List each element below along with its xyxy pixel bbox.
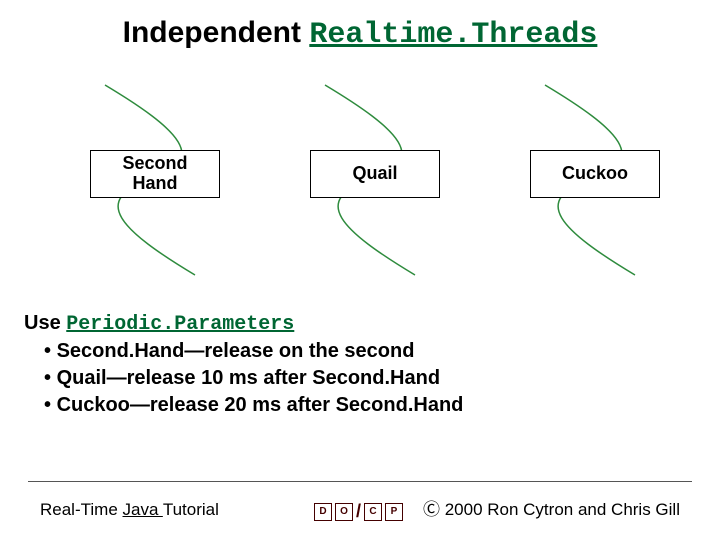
logo-letter: C <box>364 503 382 521</box>
title-code: Realtime.Threads <box>309 18 597 52</box>
logo-letter: P <box>385 503 403 521</box>
list-item: Cuckoo—release 20 ms after Second.Hand <box>44 392 696 419</box>
logo-letter: O <box>335 503 353 521</box>
thread-label: Second Hand <box>122 154 187 194</box>
body-text: Use Periodic.Parameters Second.Hand—rele… <box>24 310 696 419</box>
title-text: Independent <box>123 16 310 49</box>
lead-code: Periodic.Parameters <box>66 313 294 336</box>
lead-line: Use Periodic.Parameters <box>24 310 696 338</box>
divider <box>28 481 692 482</box>
footer-left-pre: Real-Time <box>40 500 123 519</box>
slide-title: Independent Realtime.Threads <box>0 16 720 52</box>
thread-diagram: Second Hand Quail Cuckoo <box>0 80 720 290</box>
logo-slash-icon: / <box>356 501 361 522</box>
thread-quail: Quail <box>270 80 470 280</box>
thread-box: Quail <box>310 150 440 198</box>
list-item: Second.Hand—release on the second <box>44 338 696 365</box>
lead-pre: Use <box>24 312 66 334</box>
footer-left: Real-Time Java Tutorial <box>40 500 219 520</box>
thread-label: Cuckoo <box>562 164 628 184</box>
bullet-list: Second.Hand—release on the second Quail—… <box>24 338 696 419</box>
thread-box: Second Hand <box>90 150 220 198</box>
thread-label: Quail <box>352 164 397 184</box>
logo-letter: D <box>314 503 332 521</box>
thread-cuckoo: Cuckoo <box>490 80 690 280</box>
footer: Real-Time Java Tutorial D O / C P Ⓒ 2000… <box>0 490 720 520</box>
footer-left-post: Tutorial <box>163 500 219 519</box>
thread-box: Cuckoo <box>530 150 660 198</box>
slide: Independent Realtime.Threads Second Hand… <box>0 0 720 540</box>
doc-logo-icon: D O / C P <box>314 501 403 522</box>
list-item: Quail—release 10 ms after Second.Hand <box>44 365 696 392</box>
footer-left-underline: Java <box>123 500 163 519</box>
thread-secondhand: Second Hand <box>50 80 250 280</box>
footer-right: Ⓒ 2000 Ron Cytron and Chris Gill <box>423 495 680 520</box>
